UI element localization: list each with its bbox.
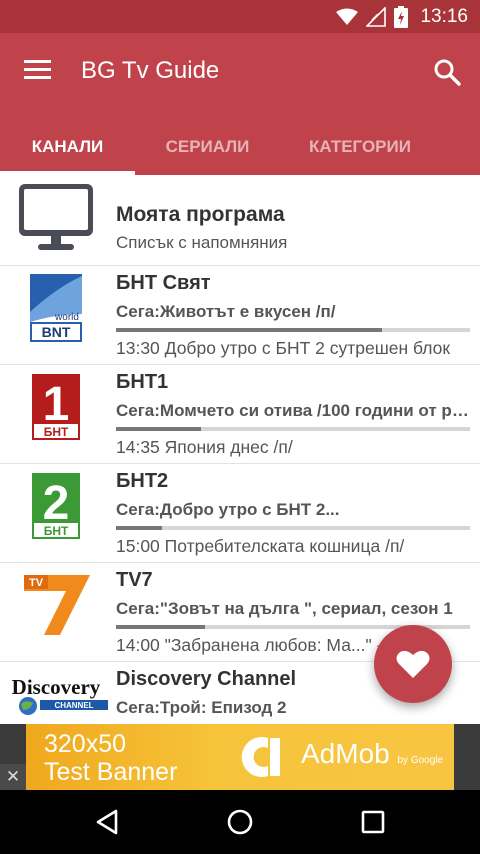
ad-line-2: Test Banner <box>44 758 178 786</box>
channel-name: БНТ Свят <box>116 272 211 294</box>
tab-bar: КАНАЛИ СЕРИАЛИ КАТЕГОРИИ <box>0 119 480 175</box>
progress-fill <box>116 625 205 629</box>
channel-next: 14:35 Япония днес /п/ <box>116 437 293 457</box>
channel-row[interactable]: 2 БНТ БНТ2 Сега:Добро утро с БНТ 2... 15… <box>0 464 480 563</box>
channel-logo-bnt-world: world BNT <box>30 274 82 342</box>
channel-name: БНТ1 <box>116 371 169 393</box>
channel-now: Сега:Момчето си отива /100 години от рож… <box>116 401 472 420</box>
tv-monitor-icon <box>19 184 93 250</box>
channel-logo-bnt2: 2 БНТ <box>32 473 80 539</box>
logo-text: Discovery <box>12 675 101 699</box>
my-program-title: Моята програма <box>116 203 285 226</box>
wifi-icon <box>336 8 359 25</box>
ad-line-1: 320x50 <box>44 730 127 758</box>
ad-brand-name: AdMob <box>301 738 390 769</box>
recents-icon[interactable] <box>357 806 389 838</box>
favorites-button[interactable] <box>374 625 452 703</box>
channel-progress <box>116 427 470 431</box>
logo-text: 1 <box>43 378 70 431</box>
tab-series[interactable]: СЕРИАЛИ <box>135 119 280 175</box>
logo-text: world <box>54 312 79 323</box>
channel-row[interactable]: world BNT БНТ Свят Сега:Животът е вкусен… <box>0 266 480 365</box>
ad-by-google: by Google <box>397 755 444 766</box>
channel-logo-bnt1: 1 БНТ <box>32 374 80 440</box>
channel-name: Discovery Channel <box>116 668 297 690</box>
status-time: 13:16 <box>420 6 468 27</box>
search-icon[interactable] <box>432 57 462 87</box>
channel-now: Сега:Животът е вкусен /п/ <box>116 302 336 321</box>
app-bar: BG Tv Guide КАНАЛИ СЕРИАЛИ КАТЕГОРИИ <box>0 33 480 175</box>
channel-progress <box>116 328 470 332</box>
battery-icon <box>394 6 409 28</box>
logo-text: БНТ <box>44 425 69 439</box>
back-icon[interactable] <box>92 806 124 838</box>
channel-row[interactable]: 1 БНТ БНТ1 Сега:Момчето си отива /100 го… <box>0 365 480 464</box>
ad-banner: 320x50 Test Banner AdMob by Google ✕ <box>0 724 480 790</box>
channel-name: TV7 <box>116 569 153 591</box>
progress-fill <box>116 427 201 431</box>
status-icons: 13:16 <box>336 6 468 28</box>
logo-text: TV <box>29 577 44 589</box>
home-icon[interactable] <box>224 806 256 838</box>
admob-logo-icon <box>241 737 280 777</box>
my-program-row[interactable]: Моята програма Списък с напомняния <box>0 175 480 266</box>
my-program-subtitle: Списък с напомняния <box>116 233 288 252</box>
ad-close-button[interactable]: ✕ <box>0 764 26 790</box>
logo-text: БНТ <box>44 524 69 538</box>
tab-categories[interactable]: КАТЕГОРИИ <box>280 119 440 175</box>
logo-text: 2 <box>43 477 70 530</box>
app-title: BG Tv Guide <box>81 57 220 84</box>
status-bar: 13:16 <box>0 0 480 33</box>
logo-text: CHANNEL <box>54 701 93 710</box>
channel-name: БНТ2 <box>116 470 169 492</box>
ad-content[interactable]: 320x50 Test Banner AdMob by Google <box>26 724 454 790</box>
signal-icon <box>366 7 387 27</box>
channel-next: 15:00 Потребителската кошница /п/ <box>116 536 405 556</box>
ad-brand: AdMob by Google <box>301 738 443 770</box>
logo-text: BNT <box>42 324 71 340</box>
tab-channels[interactable]: КАНАЛИ <box>0 119 135 175</box>
heart-icon <box>396 650 430 678</box>
ad-text: 320x50 Test Banner <box>44 730 177 786</box>
menu-icon[interactable] <box>24 60 52 82</box>
channel-now: Сега:Добро утро с БНТ 2... <box>116 500 340 519</box>
progress-fill <box>116 328 382 332</box>
channel-next: 13:30 Добро утро с БНТ 2 сутрешен блок <box>116 338 451 358</box>
progress-fill <box>116 526 163 530</box>
navigation-bar <box>0 790 480 854</box>
channel-logo-discovery: Discovery CHANNEL <box>12 675 108 715</box>
channel-now: Сега:"Зовът на дълга ", сериал, сезон 1 <box>116 599 453 618</box>
channel-logo-tv7: TV <box>24 575 90 635</box>
channel-progress <box>116 526 470 530</box>
